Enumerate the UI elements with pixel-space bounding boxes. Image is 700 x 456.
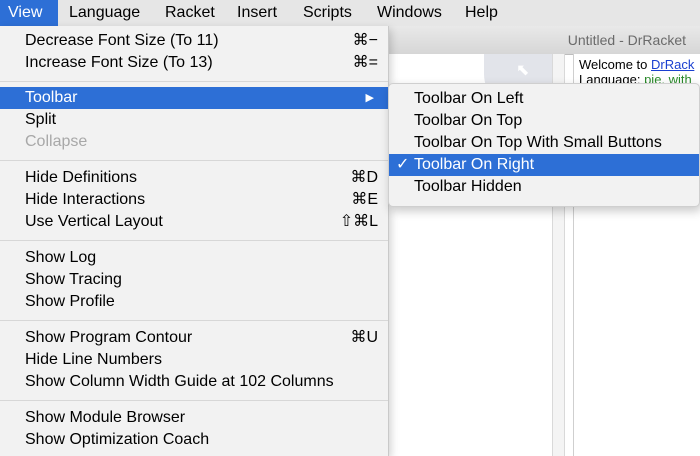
menu-separator	[0, 240, 388, 241]
shortcut-label: ⌘−	[352, 32, 378, 49]
menu-insert[interactable]: Insert	[229, 0, 285, 26]
shortcut-label: ⌘U	[350, 329, 378, 346]
menu-item-label: Toolbar On Top With Small Buttons	[414, 134, 662, 151]
menu-item-show-log[interactable]: Show Log	[0, 247, 388, 269]
menu-separator	[0, 160, 388, 161]
submenu-item-toolbar-top-small[interactable]: Toolbar On Top With Small Buttons	[389, 132, 699, 154]
menu-item-label: Collapse	[25, 133, 88, 150]
submenu-item-toolbar-right[interactable]: ✓ Toolbar On Right	[389, 154, 699, 176]
menu-item-column-guide[interactable]: Show Column Width Guide at 102 Columns	[0, 371, 388, 393]
menu-item-label: Show Column Width Guide at 102 Columns	[25, 373, 334, 390]
menu-item-label: Toolbar	[25, 89, 78, 106]
menu-item-hide-interactions[interactable]: Hide Interactions ⌘E	[0, 189, 388, 211]
menu-scripts[interactable]: Scripts	[295, 0, 360, 26]
menu-item-vertical-layout[interactable]: Use Vertical Layout ⇧⌘L	[0, 211, 388, 233]
menu-bar: View Language Racket Insert Scripts Wind…	[0, 0, 700, 27]
menu-item-label: Toolbar On Top	[414, 112, 523, 129]
view-menu: Decrease Font Size (To 11) ⌘− Increase F…	[0, 26, 389, 456]
menu-item-label: Show Program Contour	[25, 329, 193, 346]
menu-item-label: Toolbar Hidden	[414, 178, 522, 195]
toolbar-submenu: Toolbar On Left Toolbar On Top Toolbar O…	[388, 83, 700, 207]
submenu-item-toolbar-hidden[interactable]: Toolbar Hidden	[389, 176, 699, 198]
submenu-item-toolbar-left[interactable]: Toolbar On Left	[389, 88, 699, 110]
menu-separator	[0, 320, 388, 321]
menu-item-label: Show Tracing	[25, 271, 122, 288]
menu-racket[interactable]: Racket	[157, 0, 223, 26]
menu-item-module-browser[interactable]: Show Module Browser	[0, 407, 388, 429]
menu-item-label: Split	[25, 111, 57, 128]
menu-item-label: Hide Definitions	[25, 169, 138, 186]
welcome-line: Welcome to DrRack	[579, 57, 694, 72]
menu-item-program-contour[interactable]: Show Program Contour ⌘U	[0, 327, 388, 349]
menu-item-split[interactable]: Split	[0, 109, 388, 131]
menu-item-collapse: Collapse	[0, 131, 388, 153]
menu-item-label: Show Optimization Coach	[25, 431, 210, 448]
menu-item-label: Decrease Font Size (To 11)	[25, 32, 219, 49]
menu-item-label: Hide Interactions	[25, 191, 146, 208]
menu-item-show-profile[interactable]: Show Profile	[0, 291, 388, 313]
menu-item-decrease-font[interactable]: Decrease Font Size (To 11) ⌘−	[0, 30, 388, 52]
checkmark-icon: ✓	[396, 156, 410, 173]
menu-item-label: Use Vertical Layout	[25, 213, 163, 230]
menu-item-label: Hide Line Numbers	[25, 351, 162, 368]
menu-help[interactable]: Help	[457, 0, 506, 26]
submenu-arrow-icon: ▶	[365, 92, 374, 104]
menu-item-line-numbers[interactable]: Hide Line Numbers	[0, 349, 388, 371]
menu-item-label: Toolbar On Right	[414, 156, 535, 173]
window-title: Untitled - DrRacket	[567, 32, 686, 48]
shortcut-label: ⌘D	[350, 169, 378, 186]
menu-item-label: Show Profile	[25, 293, 115, 310]
menu-item-hide-definitions[interactable]: Hide Definitions ⌘D	[0, 167, 388, 189]
menu-item-label: Increase Font Size (To 13)	[25, 54, 213, 71]
drracket-link[interactable]: DrRack	[651, 57, 694, 72]
submenu-item-toolbar-top[interactable]: Toolbar On Top	[389, 110, 699, 132]
menu-windows[interactable]: Windows	[369, 0, 450, 26]
window-titlebar: Untitled - DrRacket	[388, 26, 700, 55]
menu-item-label: Toolbar On Left	[414, 90, 524, 107]
menu-language[interactable]: Language	[61, 0, 148, 26]
menu-item-increase-font[interactable]: Increase Font Size (To 13) ⌘=	[0, 52, 388, 74]
shortcut-label: ⇧⌘L	[339, 213, 378, 230]
shortcut-label: ⌘=	[352, 54, 378, 71]
menu-separator	[0, 81, 388, 82]
menu-item-label: Show Module Browser	[25, 409, 186, 426]
menu-separator	[0, 400, 388, 401]
menu-item-optimization-coach[interactable]: Show Optimization Coach	[0, 429, 388, 451]
menu-item-show-tracing[interactable]: Show Tracing	[0, 269, 388, 291]
menu-item-toolbar[interactable]: Toolbar ▶	[0, 87, 388, 109]
welcome-text: Welcome to	[579, 57, 652, 72]
shortcut-label: ⌘E	[351, 191, 378, 208]
menu-item-label: Show Log	[25, 249, 97, 266]
menu-view[interactable]: View	[0, 0, 58, 26]
arrow-icon: ⬉	[516, 62, 530, 79]
